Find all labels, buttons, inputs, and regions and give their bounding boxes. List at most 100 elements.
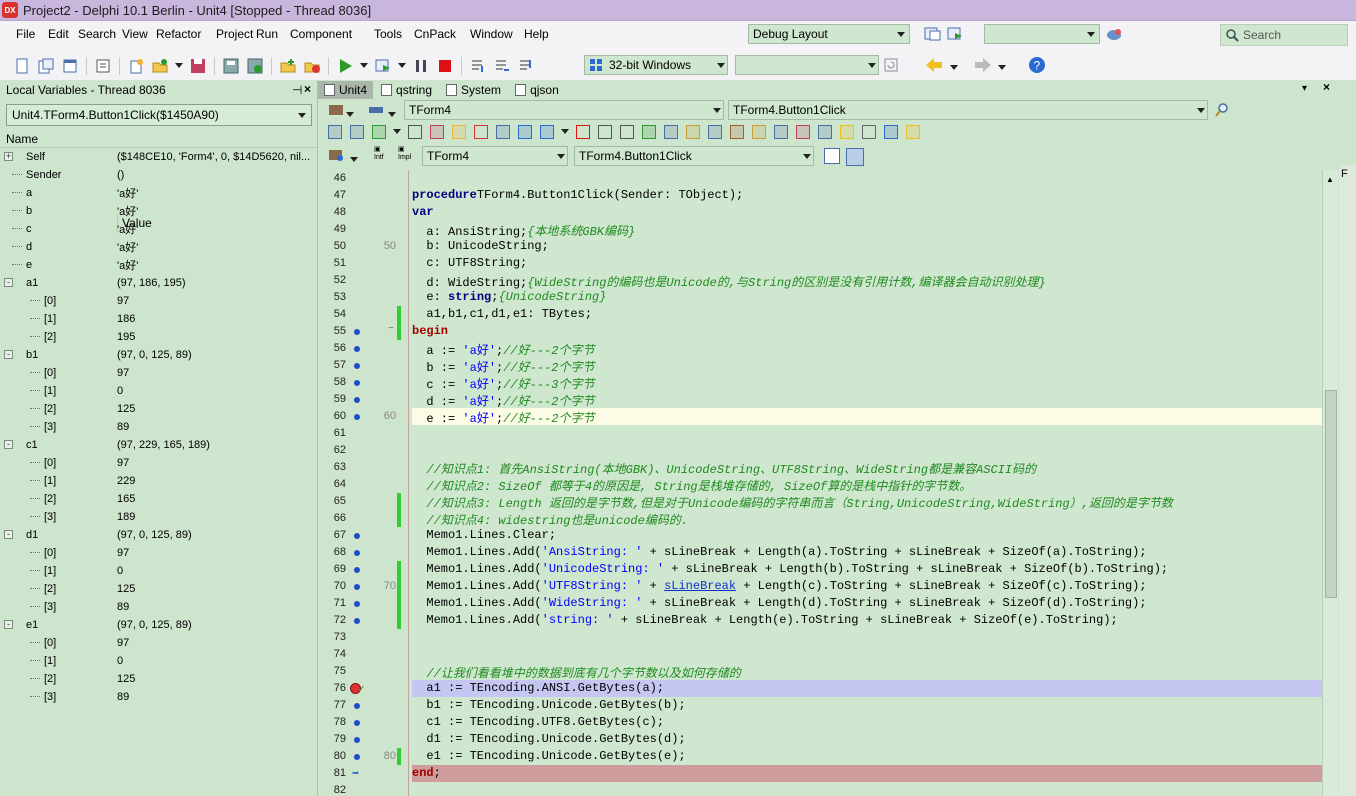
new-icon[interactable] xyxy=(13,57,31,75)
pause-icon[interactable] xyxy=(412,57,430,75)
menu-tools[interactable]: Tools xyxy=(366,21,410,47)
stack-frame-combo[interactable]: Unit4.TForm4.Button1Click($1450A90) xyxy=(6,104,312,126)
component-icon[interactable] xyxy=(372,125,386,139)
executable-line-dot-icon[interactable] xyxy=(354,737,360,743)
executable-line-dot-icon[interactable] xyxy=(354,754,360,760)
collapse-icon[interactable]: - xyxy=(4,278,13,287)
variable-row[interactable]: - e1 (97, 0, 125, 89) xyxy=(0,616,317,634)
variable-row[interactable]: - d1 (97, 0, 125, 89) xyxy=(0,526,317,544)
executable-line-dot-icon[interactable] xyxy=(354,703,360,709)
edit-icon[interactable] xyxy=(496,125,510,139)
bulb-icon[interactable] xyxy=(906,125,920,139)
image-icon[interactable] xyxy=(818,125,832,139)
chevron-down-icon[interactable] xyxy=(398,57,406,75)
code-line[interactable]: 49 a: AnsiString;{本地系统GBK编码} xyxy=(320,221,1324,239)
variable-row[interactable]: c 'a好' xyxy=(0,220,317,238)
package-icon[interactable] xyxy=(730,125,744,139)
grid-icon[interactable] xyxy=(708,125,722,139)
code-line[interactable]: 56 a := 'a好';//好---2个字节 xyxy=(320,340,1324,358)
deploy-icon[interactable] xyxy=(1105,26,1123,42)
code-line[interactable]: 78 c1 := TEncoding.UTF8.GetBytes(c); xyxy=(320,714,1324,731)
code-line[interactable]: 65 //知识点3: Length 返回的是字节数,但是对于Unicode编码的… xyxy=(320,493,1324,511)
executable-line-dot-icon[interactable] xyxy=(354,533,360,539)
run-icon[interactable] xyxy=(540,125,554,139)
variable-row[interactable]: [0] 97 xyxy=(0,292,317,310)
variable-row[interactable]: [3] 89 xyxy=(0,688,317,706)
executable-line-dot-icon[interactable] xyxy=(354,397,360,403)
tools-icon[interactable] xyxy=(752,125,766,139)
menu-refactor[interactable]: Refactor xyxy=(148,21,209,47)
executable-line-dot-icon[interactable] xyxy=(354,618,360,624)
forward-icon[interactable] xyxy=(972,57,992,73)
variable-row[interactable]: [1] 0 xyxy=(0,562,317,580)
code-line[interactable]: 60 60 e := 'a好';//好---2个字节 xyxy=(320,408,1324,426)
config-combo[interactable] xyxy=(984,24,1100,44)
chevron-down-icon[interactable] xyxy=(350,152,358,166)
code-line[interactable]: 52 d: WideString;{WideString的编码也是Unicode… xyxy=(320,272,1324,290)
code-line[interactable]: 62 xyxy=(320,442,1324,459)
code-line[interactable]: 66 //知识点4: widestring也是unicode编码的. xyxy=(320,510,1324,528)
code-line[interactable]: 55 − begin xyxy=(320,323,1324,340)
project-manager-icon[interactable] xyxy=(94,57,112,75)
implementation-icon[interactable]: ▣ Impl xyxy=(398,146,411,162)
chevron-down-icon[interactable] xyxy=(346,107,354,121)
chevron-down-icon[interactable] xyxy=(950,60,958,70)
variable-row[interactable]: - b1 (97, 0, 125, 89) xyxy=(0,346,317,364)
code-line[interactable]: 80 80 e1 := TEncoding.Unicode.GetBytes(e)… xyxy=(320,748,1324,765)
stack-icon[interactable] xyxy=(774,125,788,139)
code-line[interactable]: 61 xyxy=(320,425,1324,442)
refresh-icon[interactable] xyxy=(884,58,898,72)
code-line[interactable]: 63 //知识点1: 首先AnsiString(本地GBK)、UnicodeSt… xyxy=(320,459,1324,477)
executable-line-dot-icon[interactable] xyxy=(354,550,360,556)
executable-line-dot-icon[interactable] xyxy=(354,414,360,420)
code-line[interactable]: 71 Memo1.Lines.Add('WideString: ' + sLin… xyxy=(320,595,1324,612)
class-combo[interactable]: TForm4 xyxy=(404,100,724,120)
paste-icon[interactable] xyxy=(620,125,634,139)
code-line[interactable]: 54 a1,b1,c1,d1,e1: TBytes; xyxy=(320,306,1324,323)
unit-method-combo[interactable]: TForm4.Button1Click xyxy=(574,146,814,166)
variable-row[interactable]: [2] 125 xyxy=(0,580,317,598)
variable-row[interactable]: [1] 0 xyxy=(0,382,317,400)
code-line[interactable]: 64 //知识点2: SizeOf 都等于4的原因是, String是栈堆存储的… xyxy=(320,476,1324,494)
close-icon[interactable]: × xyxy=(1323,80,1330,94)
executable-line-dot-icon[interactable] xyxy=(354,720,360,726)
executable-line-dot-icon[interactable] xyxy=(354,601,360,607)
target-combo[interactable] xyxy=(735,55,879,75)
run-icon[interactable] xyxy=(336,57,354,75)
collapse-icon[interactable]: - xyxy=(4,530,13,539)
run-to-cursor-icon[interactable] xyxy=(517,57,535,75)
insert-icon[interactable] xyxy=(642,125,656,139)
settings-icon[interactable] xyxy=(862,125,876,139)
set-layout-icon[interactable] xyxy=(947,26,965,42)
chevron-down-icon[interactable] xyxy=(561,129,569,135)
chevron-up-icon[interactable]: ▲ xyxy=(1326,175,1334,184)
code-line[interactable]: 74 xyxy=(320,646,1324,663)
variable-row[interactable]: a 'a好' xyxy=(0,184,317,202)
help-icon[interactable]: ? xyxy=(1028,56,1046,74)
variable-row[interactable]: [0] 97 xyxy=(0,634,317,652)
scrollbar-thumb[interactable] xyxy=(1325,390,1337,598)
menu-run[interactable]: Run xyxy=(248,21,286,47)
copy-icon[interactable] xyxy=(598,125,612,139)
variable-row[interactable]: d 'a好' xyxy=(0,238,317,256)
fold-icon[interactable]: − xyxy=(388,324,394,335)
code-line[interactable]: 73 xyxy=(320,629,1324,646)
executable-line-dot-icon[interactable] xyxy=(354,567,360,573)
collapse-icon[interactable]: - xyxy=(4,350,13,359)
code-line[interactable]: 47 procedureTForm4.Button1Click(Sender: T… xyxy=(320,187,1324,204)
export-icon[interactable] xyxy=(664,125,678,139)
compare-icon[interactable] xyxy=(430,125,444,139)
executable-line-dot-icon[interactable] xyxy=(354,363,360,369)
chevron-down-icon[interactable]: ▾ xyxy=(1302,83,1307,94)
new-unit-icon[interactable] xyxy=(452,125,466,139)
variable-row[interactable]: [2] 125 xyxy=(0,670,317,688)
variable-row[interactable]: [3] 189 xyxy=(0,508,317,526)
new-form-icon[interactable] xyxy=(61,57,79,75)
variable-row[interactable]: [0] 97 xyxy=(0,544,317,562)
tab-unit4[interactable]: Unit4 xyxy=(318,81,374,99)
chevron-down-icon[interactable] xyxy=(393,129,401,135)
executable-line-dot-icon[interactable] xyxy=(354,329,360,335)
expand-icon[interactable]: + xyxy=(4,152,13,161)
code-line[interactable]: 57 b := 'a好';//好---2个字节 xyxy=(320,357,1324,375)
variable-row[interactable]: b 'a好' xyxy=(0,202,317,220)
